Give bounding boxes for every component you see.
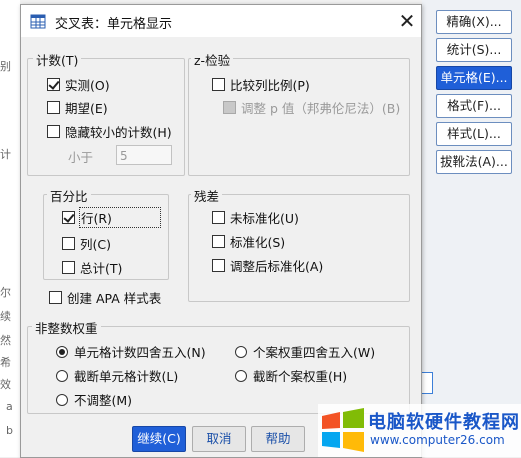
radio-dot[interactable] <box>56 345 68 358</box>
round-cell-counts-radio[interactable]: 单元格计数四舍五入(N) <box>56 342 206 361</box>
help-button[interactable]: 帮助 <box>251 426 305 452</box>
truncate-case-weights-radio[interactable]: 截断个案权重(H) <box>235 366 347 385</box>
unstandardized-checkbox[interactable]: 未标准化(U) <box>212 208 299 227</box>
compare-columns-checkbox[interactable]: 比较列比例(P) <box>212 75 310 94</box>
cancel-button[interactable]: 取消 <box>192 426 246 452</box>
checkbox-box[interactable] <box>212 211 225 224</box>
percentages-legend: 百分比 <box>47 186 91 205</box>
background-text: 然 <box>0 334 11 347</box>
column-checkbox[interactable]: 列(C) <box>62 234 111 253</box>
statistics-button[interactable]: 统计(S)... <box>436 38 512 62</box>
expected-checkbox[interactable]: 期望(E) <box>47 98 108 117</box>
compare-columns-label: 比较列比例(P) <box>230 78 310 93</box>
checkbox-box[interactable] <box>212 259 225 272</box>
format-button[interactable]: 格式(F)... <box>436 94 512 118</box>
adjusted-standardized-label: 调整后标准化(A) <box>230 259 324 274</box>
background-text: 续 <box>0 310 11 323</box>
radio-dot[interactable] <box>235 345 247 358</box>
standardized-label: 标准化(S) <box>230 235 286 250</box>
round-cell-counts-label: 单元格计数四舍五入(N) <box>74 345 206 360</box>
hide-small-counts-checkbox[interactable]: 隐藏较小的计数(H) <box>47 122 172 141</box>
checkbox-box[interactable] <box>62 211 75 224</box>
checkbox-box[interactable] <box>47 101 60 114</box>
checkbox-box[interactable] <box>62 261 75 274</box>
checkbox-box[interactable] <box>212 78 225 91</box>
round-case-weights-label: 个案权重四舍五入(W) <box>253 345 376 360</box>
watermark-name: 电脑软硬件教程网 <box>368 412 520 433</box>
adjusted-standardized-checkbox[interactable]: 调整后标准化(A) <box>212 256 323 275</box>
adjust-p-checkbox: 调整 p 值（邦弗伦尼法）(B) <box>223 98 400 117</box>
standardized-checkbox[interactable]: 标准化(S) <box>212 232 285 251</box>
truncate-case-weights-label: 截断个案权重(H) <box>253 369 348 384</box>
counts-legend: 计数(T) <box>33 50 82 69</box>
checkbox-box[interactable] <box>62 237 75 250</box>
observed-label: 实测(O) <box>65 78 110 93</box>
row-checkbox[interactable]: 行(R) <box>62 207 161 228</box>
column-label: 列(C) <box>80 237 111 252</box>
watermark-url: www.computer26.com <box>370 433 505 447</box>
hide-small-counts-label: 隐藏较小的计数(H) <box>65 125 172 140</box>
round-case-weights-radio[interactable]: 个案权重四舍五入(W) <box>235 342 375 361</box>
radio-dot[interactable] <box>235 369 247 382</box>
dialog-title: 交叉表：单元格显示 <box>55 17 173 32</box>
background-text: 尔 <box>0 286 11 299</box>
exact-button[interactable]: 精确(X)... <box>436 10 512 34</box>
checkbox-box[interactable] <box>212 235 225 248</box>
bootstrap-button[interactable]: 拔靴法(A)... <box>436 150 512 174</box>
row-label: 行(R) <box>79 207 161 228</box>
truncate-cell-counts-radio[interactable]: 截断单元格计数(L) <box>56 366 178 385</box>
no-adjustment-label: 不调整(M) <box>74 393 133 408</box>
background-text: 计 <box>0 148 11 161</box>
crosstabs-app-icon <box>30 14 46 29</box>
noninteger-weights-legend: 非整数权重 <box>32 318 101 337</box>
radio-dot[interactable] <box>56 369 68 382</box>
z-test-legend: z-检验 <box>191 50 234 69</box>
cells-button[interactable]: 单元格(E)... <box>436 66 512 90</box>
less-than-label: 小于 <box>68 150 94 165</box>
no-adjustment-radio[interactable]: 不调整(M) <box>56 390 132 409</box>
apa-label: 创建 APA 样式表 <box>67 291 162 306</box>
total-checkbox[interactable]: 总计(T) <box>62 258 122 277</box>
title-bar: 交叉表：单元格显示 ✕ <box>21 5 421 37</box>
observed-checkbox[interactable]: 实测(O) <box>47 75 110 94</box>
unstandardized-label: 未标准化(U) <box>230 211 299 226</box>
checkbox-box[interactable] <box>47 78 60 91</box>
checkbox-box[interactable] <box>49 291 62 304</box>
close-icon[interactable]: ✕ <box>395 9 419 33</box>
apa-checkbox[interactable]: 创建 APA 样式表 <box>49 288 161 307</box>
adjust-p-label: 调整 p 值（邦弗伦尼法）(B) <box>241 101 401 116</box>
style-button[interactable]: 样式(L)... <box>436 122 512 146</box>
continue-button[interactable]: 继续(C) <box>132 426 186 452</box>
total-label: 总计(T) <box>80 261 123 276</box>
radio-dot[interactable] <box>56 393 68 406</box>
background-text: 别 <box>0 60 11 73</box>
checkbox-box[interactable] <box>47 125 60 138</box>
background-text: 希 <box>0 356 11 369</box>
less-than-input[interactable]: 5 <box>116 145 172 165</box>
expected-label: 期望(E) <box>65 101 108 116</box>
residuals-legend: 残差 <box>191 186 223 205</box>
checkbox-box <box>223 101 236 114</box>
truncate-cell-counts-label: 截断单元格计数(L) <box>74 369 179 384</box>
background-text: 效 <box>0 378 11 391</box>
